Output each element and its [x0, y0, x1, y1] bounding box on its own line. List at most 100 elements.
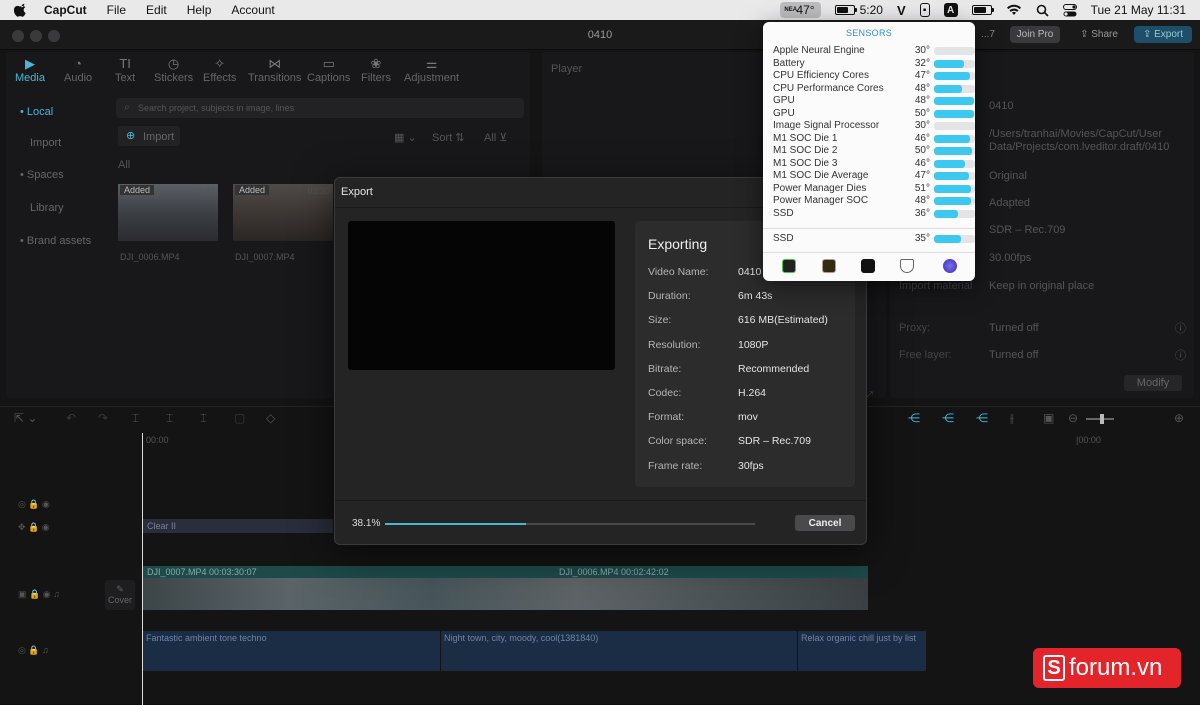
control-center-icon[interactable] — [1062, 3, 1077, 17]
sensor-level-bar — [934, 47, 975, 55]
sort-button[interactable]: Sort ⇅ — [432, 131, 464, 144]
sensor-level-bar — [934, 122, 975, 130]
sensor-row: M1 SOC Die 2 50° — [773, 145, 975, 157]
trim-right-icon[interactable]: ⌶ — [200, 411, 207, 426]
clock[interactable]: Tue 21 May 11:31 — [1091, 3, 1186, 17]
media-clip-thumb[interactable]: Added 03:30 — [233, 184, 333, 241]
terminal-icon[interactable] — [861, 259, 875, 273]
cover-button[interactable]: ✎ Cover — [105, 580, 135, 610]
activity-monitor-icon[interactable] — [782, 259, 796, 273]
filter-button[interactable]: All ⊻ — [484, 131, 507, 144]
sidebar-item-local[interactable]: • Local — [20, 106, 53, 118]
join-pro-button[interactable]: Join Pro — [1010, 26, 1060, 43]
undo-icon[interactable]: ↶ — [66, 411, 76, 425]
select-tool-icon[interactable]: ⇱ ⌄ — [14, 411, 37, 425]
delete-icon[interactable]: ▢ — [234, 411, 245, 425]
sensor-level-bar — [934, 159, 975, 168]
tab-label: Effects — [203, 72, 237, 84]
share-button[interactable]: ⇪ Share — [1072, 26, 1126, 43]
sidebar-item-import[interactable]: Import — [30, 137, 61, 149]
audio-clip[interactable]: Relax organic chill just by list — [798, 631, 926, 671]
edit-menu[interactable]: Edit — [146, 3, 167, 17]
sensor-level-bar — [934, 184, 975, 193]
tab-text[interactable]: TI Text — [115, 56, 135, 84]
media-clip-thumb[interactable]: Added 02:48 — [118, 184, 218, 241]
marker-icon[interactable]: ◇ — [266, 411, 275, 425]
main-track-icons[interactable]: ▣ 🔒 ◉ ♫ — [18, 589, 60, 600]
search-icon[interactable] — [1036, 4, 1049, 17]
battery-menu-icon[interactable] — [971, 5, 994, 15]
text-clip[interactable]: Clear II — [143, 519, 333, 533]
magnet-icon[interactable]: ⋲ — [908, 411, 920, 425]
sensor-level-bar — [934, 109, 975, 118]
transitions-icon: ⋈ — [268, 56, 282, 71]
media-search-input[interactable]: ⌕ Search project, subjects in image, lin… — [116, 98, 524, 118]
sidebar-item-spaces[interactable]: • Spaces — [20, 169, 64, 181]
trim-left-icon[interactable]: ⌶ — [166, 411, 173, 426]
sensor-level-bar — [934, 59, 975, 68]
cancel-button[interactable]: Cancel — [795, 515, 855, 531]
temp-mini-label: NEA — [784, 7, 798, 13]
export-button[interactable]: ⇪ Export — [1134, 26, 1192, 43]
tab-media[interactable]: ▶ Media — [15, 56, 45, 84]
account-menu[interactable]: Account — [231, 3, 274, 17]
sensor-row: GPU 48° — [773, 95, 975, 107]
link-icon[interactable]: ⋲ — [942, 411, 954, 425]
v-app-icon[interactable]: V — [897, 3, 906, 18]
free-layer-label: Free layer: — [899, 349, 952, 361]
battery-icon — [834, 5, 857, 15]
tab-filters[interactable]: ❀ Filters — [361, 56, 391, 84]
proxy-info-icon[interactable]: ⓘ — [1175, 320, 1186, 336]
apple-logo-icon[interactable] — [14, 3, 28, 17]
sd-card-icon[interactable]: ▪ — [919, 3, 930, 17]
temperature-status-item[interactable]: NEA 47° — [780, 2, 821, 18]
split-icon[interactable]: ⌶ — [132, 411, 139, 426]
audio-track-icons[interactable]: ◎ 🔒 ♫ — [18, 645, 49, 656]
timecode-mark: |00:00 — [1076, 435, 1101, 445]
image-icon[interactable]: ▣ — [1043, 411, 1054, 425]
audio-clip[interactable]: Night town, city, moody, cool(1381840) — [441, 631, 797, 671]
input-source-icon[interactable]: A — [943, 3, 958, 17]
sensor-level-bar — [934, 235, 975, 243]
grid-view-icon[interactable]: ▦ ⌄ — [394, 131, 417, 144]
sidebar-item-brand-assets[interactable]: • Brand assets — [20, 235, 91, 247]
redo-icon[interactable]: ↷ — [98, 411, 108, 425]
split-screen-icon[interactable]: ⫲ — [1010, 411, 1014, 426]
settings-app-icon[interactable] — [943, 259, 957, 273]
track-lock-icons[interactable]: ◎ 🔒 ◉ — [18, 499, 50, 510]
track-lock-icons[interactable]: ✥ 🔒 ◉ — [18, 522, 50, 533]
detail-ratio: Original — [989, 170, 1027, 182]
app-menu[interactable]: CapCut — [44, 3, 87, 17]
proxy-label: Proxy: — [899, 322, 931, 334]
cleaner-icon[interactable] — [900, 259, 914, 273]
preview-axis-icon[interactable]: ⋲ — [976, 411, 988, 425]
zoom-out-icon[interactable]: ⊖ — [1068, 411, 1078, 425]
modify-button[interactable]: Modify — [1124, 375, 1182, 391]
wifi-icon[interactable] — [1006, 4, 1022, 16]
free-layer-info-icon[interactable]: ⓘ — [1175, 347, 1186, 363]
file-menu[interactable]: File — [107, 3, 126, 17]
tab-audio[interactable]: ◔ Audio — [64, 56, 92, 84]
menu-bar: CapCut File Edit Help Account NEA 47° 5:… — [0, 0, 1200, 20]
sensor-level-bar — [934, 197, 975, 205]
audio-clip[interactable]: Fantastic ambient tone techno — [143, 631, 440, 671]
zoom-slider[interactable] — [1086, 414, 1114, 424]
zoom-in-icon[interactable]: ⊕ — [1174, 411, 1184, 425]
tab-transitions[interactable]: ⋈ Transitions — [248, 56, 301, 84]
tab-adjustment[interactable]: ⚌ Adjustment — [404, 56, 459, 84]
sidebar-item-library[interactable]: Library — [30, 202, 64, 214]
tab-label: Text — [115, 72, 136, 84]
sensor-row: SSD 36° — [773, 208, 975, 220]
console-icon[interactable] — [822, 259, 836, 273]
media-clip-name: DJI_0007.MP4 — [235, 252, 295, 262]
sforum-watermark: S forum.vn — [1033, 648, 1181, 688]
battery-status-item[interactable]: 5:20 — [834, 3, 883, 17]
help-menu[interactable]: Help — [187, 3, 212, 17]
free-layer-value: Turned off — [989, 349, 1039, 361]
sensor-row: Power Manager SOC 48° — [773, 195, 975, 207]
tab-stickers[interactable]: ◷ Stickers — [154, 56, 193, 84]
tab-captions[interactable]: ▭ Captions — [307, 56, 350, 84]
tab-effects[interactable]: ✧ Effects — [203, 56, 236, 84]
import-button[interactable]: ⊕ Import — [118, 126, 180, 146]
detail-frame-rate: 30.00fps — [989, 252, 1032, 264]
